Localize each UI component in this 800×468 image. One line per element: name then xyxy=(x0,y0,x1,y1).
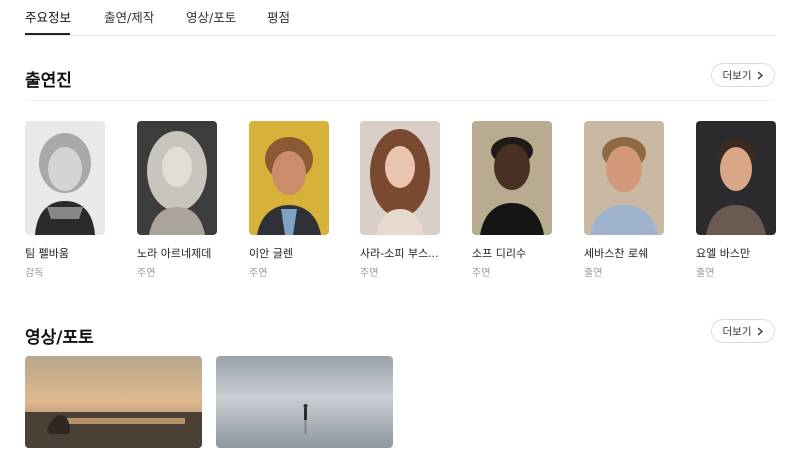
section-divider xyxy=(25,100,775,101)
media-thumbnail[interactable] xyxy=(216,356,393,448)
cast-name: 노라 아르네제데 xyxy=(137,247,212,260)
cast-name: 세바스찬 로쉐 xyxy=(584,247,649,260)
cast-role: 감독 xyxy=(25,268,44,279)
cast-section-title: 출연진 xyxy=(25,71,72,91)
cast-role: 주연 xyxy=(360,268,379,279)
media-thumbnail[interactable] xyxy=(25,356,202,448)
chevron-right-icon xyxy=(757,70,764,80)
cast-card-tim-fehlbaum[interactable]: 팀 펠바움 감독 xyxy=(25,121,105,279)
cast-role: 출연 xyxy=(696,268,715,279)
cast-card-sarah-sophie-boussnina[interactable]: 사라-소피 부스... 주연 xyxy=(360,121,440,279)
cast-card-sope-dirisu[interactable]: 소프 디리수 주연 xyxy=(472,121,552,279)
active-tab-indicator xyxy=(25,33,70,35)
cast-name: 요엘 바스만 xyxy=(696,247,751,260)
cast-photo-avatar xyxy=(696,121,776,235)
cast-card-sebastian-roche[interactable]: 세바스찬 로쉐 출연 xyxy=(584,121,664,279)
cast-photo-avatar xyxy=(584,121,664,235)
tab-media-photo[interactable]: 영상/포토 xyxy=(186,7,236,26)
tab-bar: 주요정보 출연/제작 영상/포토 평점 xyxy=(25,0,775,36)
cast-card-iain-glen[interactable]: 이안 글렌 주연 xyxy=(249,121,329,279)
cast-photo-avatar xyxy=(137,121,217,235)
tab-ratings[interactable]: 평점 xyxy=(267,7,290,26)
cast-photo-avatar xyxy=(360,121,440,235)
cast-role: 출연 xyxy=(584,268,603,279)
tab-cast-crew[interactable]: 출연/제작 xyxy=(104,7,154,26)
cast-more-button[interactable]: 더보기 xyxy=(711,63,775,87)
media-more-label: 더보기 xyxy=(722,325,752,338)
media-section-title: 영상/포토 xyxy=(25,328,94,348)
cast-name: 소프 디리수 xyxy=(472,247,527,260)
cast-photo-avatar xyxy=(472,121,552,235)
cast-photo-avatar xyxy=(249,121,329,235)
sunset-beach-photo-icon xyxy=(25,356,202,448)
cast-name: 팀 펠바움 xyxy=(25,247,69,260)
cast-name: 사라-소피 부스... xyxy=(360,247,439,260)
cast-more-label: 더보기 xyxy=(722,69,752,82)
cast-card-joel-basman[interactable]: 요엘 바스만 출연 xyxy=(696,121,776,279)
cast-role: 주연 xyxy=(137,268,156,279)
tab-main-info[interactable]: 주요정보 xyxy=(25,7,71,26)
media-more-button[interactable]: 더보기 xyxy=(711,319,775,343)
cast-card-nora-arnezeder[interactable]: 노라 아르네제데 주연 xyxy=(137,121,217,279)
cast-role: 주연 xyxy=(472,268,491,279)
cast-photo-avatar xyxy=(25,121,105,235)
cast-name: 이안 글렌 xyxy=(249,247,293,260)
chevron-right-icon xyxy=(757,326,764,336)
cast-role: 주연 xyxy=(249,268,268,279)
salt-flat-photo-icon xyxy=(216,356,393,448)
